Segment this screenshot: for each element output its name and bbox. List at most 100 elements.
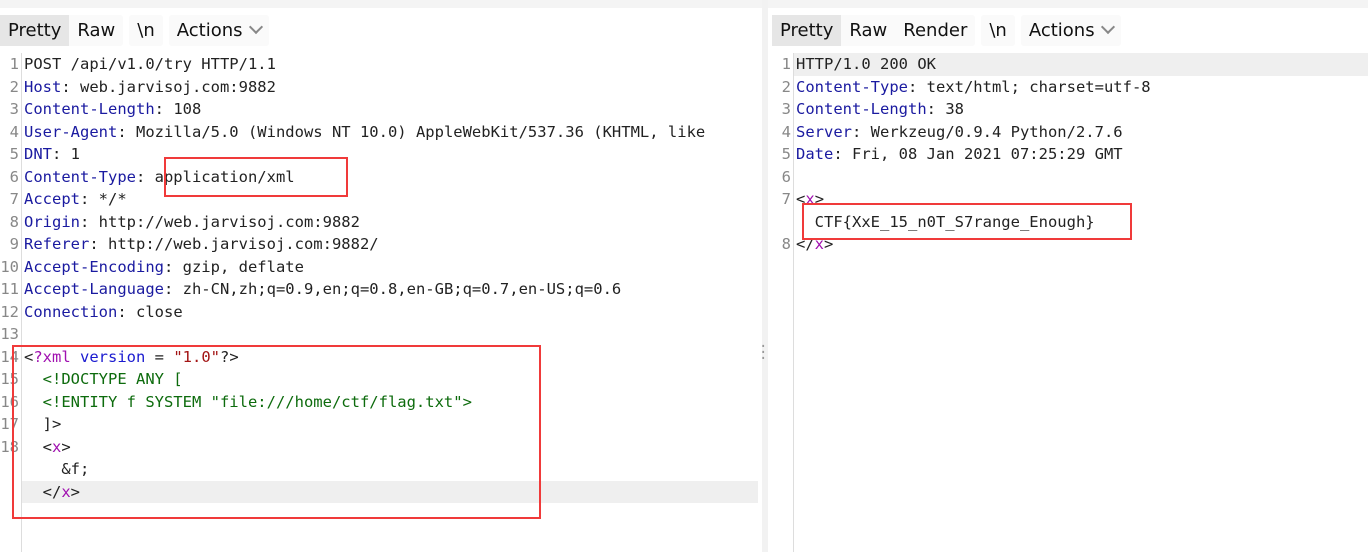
chevron-down-icon: [1100, 19, 1115, 35]
tab-raw[interactable]: Raw: [841, 15, 895, 46]
code-line: 1 HTTP/1.0 200 OK: [772, 53, 1368, 76]
annotation-box-content-type: [164, 157, 348, 197]
code-token: User-Agent: [24, 122, 118, 141]
drag-handle-icon[interactable]: · · ·: [759, 340, 767, 366]
line-content: Referer: http://web.jarvisoj.com:9882/: [24, 233, 379, 256]
top-strip: [0, 0, 1368, 8]
code-line: 6: [772, 166, 1368, 189]
code-token: : */*: [80, 190, 127, 208]
line-number: 7: [9, 190, 19, 208]
code-token: : Fri, 08 Jan 2021 07:25:29 GMT: [833, 145, 1123, 163]
code-line: 6 Content-Type: application/xml: [0, 166, 758, 189]
code-token: Date: [796, 145, 834, 163]
line-number: 3: [781, 100, 791, 118]
request-toolbar: Pretty Raw \n Actions: [0, 15, 269, 46]
code-token: Server: [796, 122, 852, 141]
newline-toggle[interactable]: \n: [981, 15, 1014, 46]
code-token: DNT: [24, 145, 52, 163]
code-line: 7 Accept: */*: [0, 188, 758, 211]
line-content: HTTP/1.0 200 OK: [796, 53, 936, 76]
code-line: 5 DNT: 1: [0, 143, 758, 166]
code-line: 2 Content-Type: text/html; charset=utf-8: [772, 76, 1368, 99]
response-editor[interactable]: 1 HTTP/1.0 200 OK 2 Content-Type: text/html…: [772, 53, 1368, 552]
annotation-box-flag: [802, 203, 1132, 240]
code-token: : web.jarvisoj.com:9882: [61, 77, 276, 96]
code-token: : 38: [926, 100, 964, 118]
response-view-tabs: Pretty Raw Render: [772, 15, 976, 46]
line-number: 6: [9, 167, 19, 186]
code-token: : 108: [154, 100, 202, 118]
newline-toggle[interactable]: \n: [129, 15, 162, 46]
code-line: 4 Server: Werkzeug/0.9.4 Python/2.7.6: [772, 121, 1368, 144]
line-number: 10: [0, 257, 19, 276]
code-token: : http://web.jarvisoj.com:9882: [80, 212, 360, 231]
code-token: HTTP/1.0 200 OK: [796, 55, 936, 73]
line-number: 4: [9, 122, 19, 141]
line-number: 2: [9, 77, 19, 96]
code-token: Content-Length: [796, 100, 927, 118]
line-number: 3: [9, 100, 19, 118]
code-token: Referer: [24, 235, 90, 253]
code-line: 11 Accept-Language: zh-CN,zh;q=0.9,en;q=0…: [0, 278, 758, 301]
line-number: 1: [9, 55, 19, 73]
line-number: 12: [0, 302, 19, 321]
code-token: Host: [24, 77, 62, 96]
code-token: : http://web.jarvisoj.com:9882/: [89, 235, 379, 253]
annotation-box-xml-payload: [12, 345, 541, 519]
line-content: Accept-Encoding: gzip, deflate: [24, 256, 304, 279]
response-toolbar: Pretty Raw Render \n Actions: [772, 15, 1121, 46]
actions-menu[interactable]: Actions: [1021, 15, 1121, 46]
code-token: : 1: [52, 145, 80, 163]
line-content: Accept: */*: [24, 188, 127, 211]
line-content: Content-Length: 38: [796, 98, 964, 121]
code-line: 8 Origin: http://web.jarvisoj.com:9882: [0, 211, 758, 234]
code-line: 2 Host: web.jarvisoj.com:9882: [0, 76, 758, 99]
tab-raw[interactable]: Raw: [69, 15, 123, 46]
line-content: Content-Length: 108: [24, 98, 201, 121]
actions-label: Actions: [176, 20, 243, 41]
code-token: : Werkzeug/0.9.4 Python/2.7.6: [852, 122, 1123, 141]
code-line: 1 POST /api/v1.0/try HTTP/1.1: [0, 53, 758, 76]
code-line: 3 Content-Length: 108: [0, 98, 758, 121]
code-token: : text/html; charset=utf-8: [907, 77, 1151, 96]
code-line: 3 Content-Length: 38: [772, 98, 1368, 121]
chevron-down-icon: [248, 19, 263, 35]
code-token: Content-Type: [796, 77, 908, 96]
tab-pretty[interactable]: Pretty: [772, 15, 842, 46]
line-number: 11: [0, 280, 19, 298]
line-number: 4: [781, 122, 791, 141]
code-token: : Mozilla/5.0 (Windows NT 10.0) AppleWeb…: [117, 122, 706, 141]
code-line: 4 User-Agent: Mozilla/5.0 (Windows NT 10.…: [0, 121, 758, 144]
line-content: Host: web.jarvisoj.com:9882: [24, 76, 276, 99]
line-number: 8: [781, 235, 791, 253]
code-line: 5 Date: Fri, 08 Jan 2021 07:25:29 GMT: [772, 143, 1368, 166]
line-content: Accept-Language: zh-CN,zh;q=0.9,en;q=0.8…: [24, 278, 621, 301]
actions-label: Actions: [1028, 20, 1095, 41]
code-token: Content-Type: [24, 167, 136, 186]
line-number: 13: [0, 325, 19, 343]
code-token: Accept: [24, 190, 80, 208]
line-content: Connection: close: [24, 301, 183, 324]
code-token: Origin: [24, 212, 80, 231]
code-token: : gzip, deflate: [163, 257, 304, 276]
actions-menu[interactable]: Actions: [169, 15, 269, 46]
line-content: Origin: http://web.jarvisoj.com:9882: [24, 211, 360, 234]
line-number: 5: [781, 145, 791, 163]
code-token: Accept-Encoding: [24, 257, 164, 276]
line-content: Server: Werkzeug/0.9.4 Python/2.7.6: [796, 121, 1123, 144]
line-content: Date: Fri, 08 Jan 2021 07:25:29 GMT: [796, 143, 1123, 166]
line-number: 7: [781, 190, 791, 208]
code-token: Accept-Language: [24, 280, 164, 298]
line-content: Content-Type: text/html; charset=utf-8: [796, 76, 1151, 99]
tab-pretty[interactable]: Pretty: [0, 15, 70, 46]
line-number: 6: [781, 167, 791, 186]
code-token: Content-Length: [24, 100, 155, 118]
tab-render[interactable]: Render: [895, 15, 975, 46]
code-token: : close: [117, 302, 183, 321]
code-token: POST /api/v1.0/try HTTP/1.1: [24, 55, 276, 73]
line-content: User-Agent: Mozilla/5.0 (Windows NT 10.0…: [24, 121, 705, 144]
line-number: 9: [9, 235, 19, 253]
code-token: Connection: [24, 302, 118, 321]
code-line: 10 Accept-Encoding: gzip, deflate: [0, 256, 758, 279]
pane-divider[interactable]: [762, 0, 768, 552]
